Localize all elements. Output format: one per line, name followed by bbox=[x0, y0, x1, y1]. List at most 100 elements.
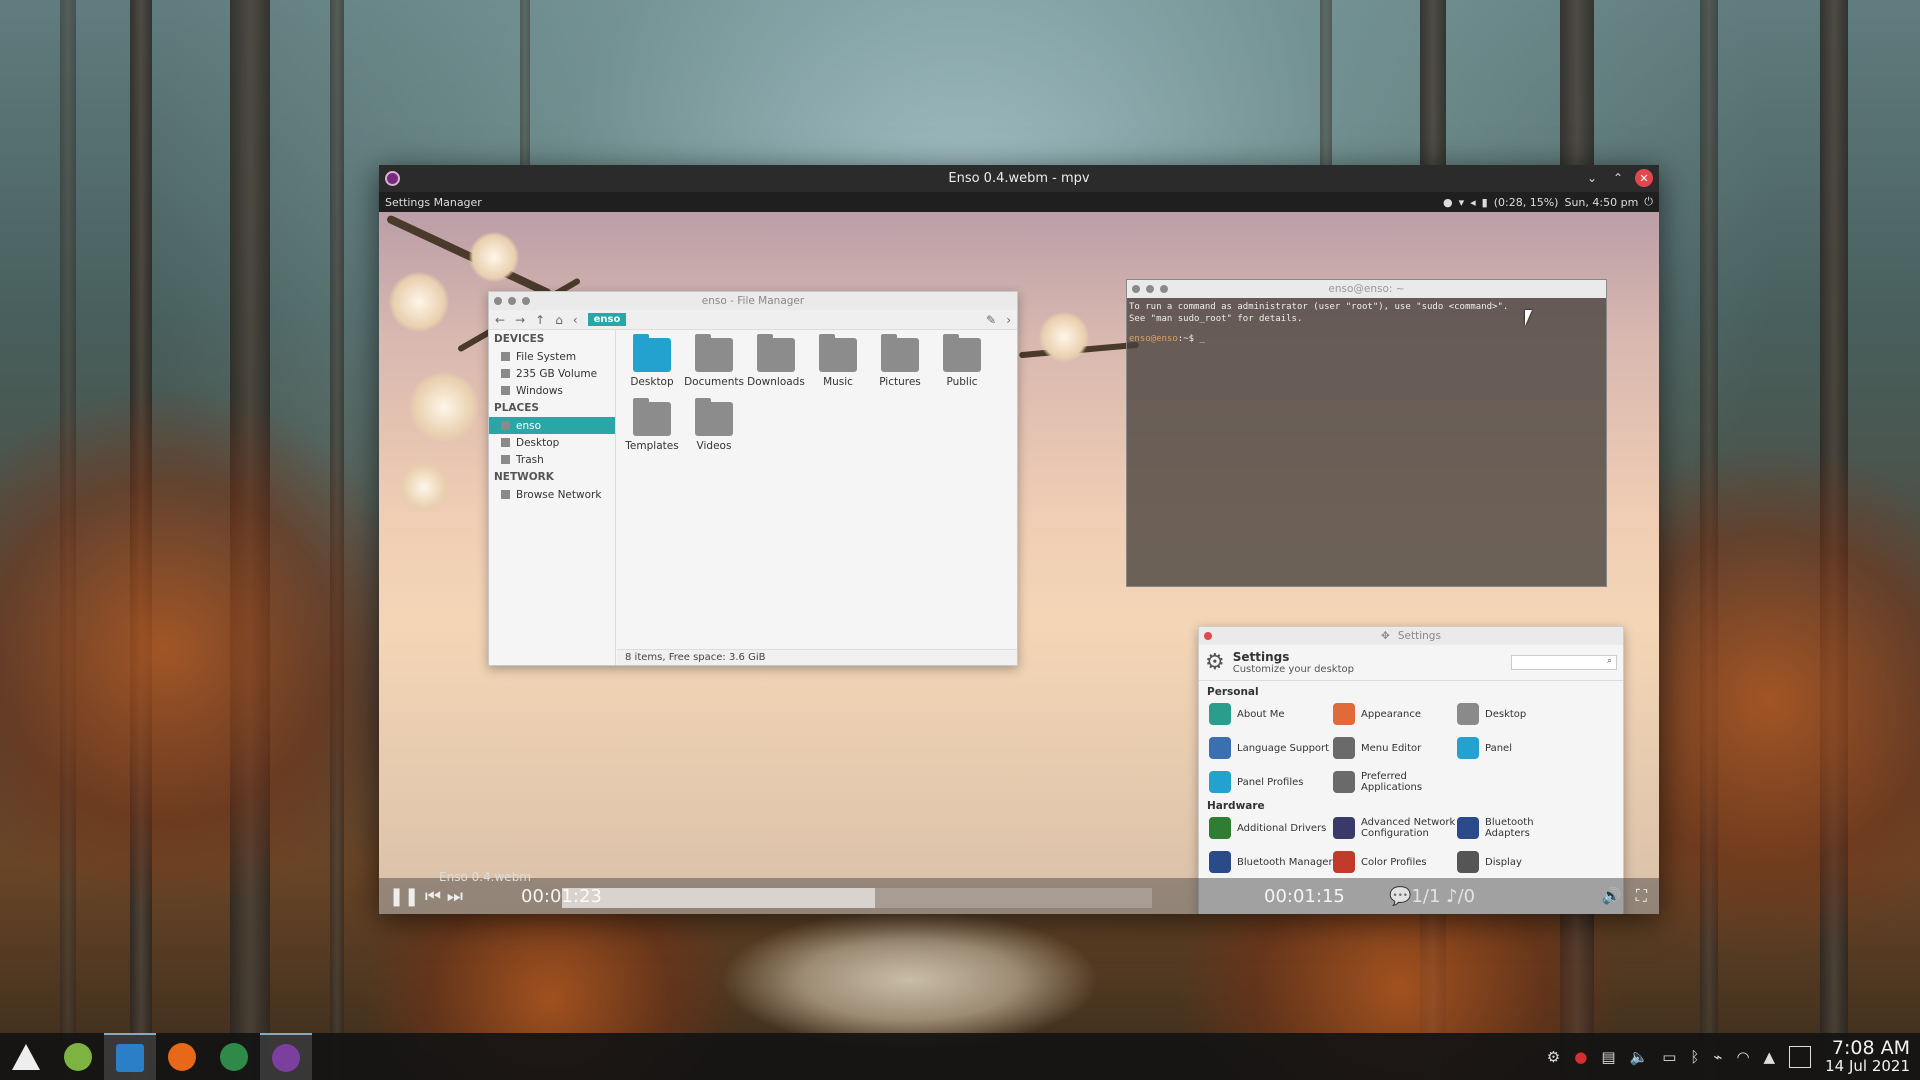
taskbar-app[interactable] bbox=[260, 1033, 312, 1080]
taskbar-clock[interactable]: 7:08 AM 14 Jul 2021 bbox=[1825, 1038, 1910, 1075]
file-manager-grid: Desktop Documents Downloads Music Pictures Pu… bbox=[617, 330, 1017, 649]
usb-icon[interactable]: ⌁ bbox=[1713, 1048, 1722, 1066]
folder-icon bbox=[695, 398, 733, 436]
mpv-titlebar[interactable]: Enso 0.4.webm - mpv ⌄ ⌃ ✕ bbox=[379, 165, 1659, 192]
close-dot[interactable] bbox=[1204, 632, 1212, 640]
settings-item[interactable]: Bluetooth Adapters bbox=[1457, 815, 1581, 841]
minimize-icon[interactable]: ⌄ bbox=[1583, 169, 1601, 187]
mpv-window[interactable]: Enso 0.4.webm - mpv ⌄ ⌃ ✕ Settings Manag… bbox=[379, 165, 1659, 914]
folder-icon bbox=[633, 398, 671, 436]
settings-header: ⚙ Settings Customize your desktop ⌕ bbox=[1199, 645, 1623, 681]
settings-category-heading: Personal bbox=[1207, 686, 1259, 698]
close-dot[interactable] bbox=[1132, 285, 1140, 293]
settings-item[interactable]: Preferred Applications bbox=[1333, 769, 1457, 795]
settings-item[interactable]: About Me bbox=[1209, 701, 1333, 727]
settings-item[interactable]: Menu Editor bbox=[1333, 735, 1457, 761]
maximize-dot[interactable] bbox=[522, 297, 530, 305]
settings-item[interactable]: Advanced Network Configuration bbox=[1333, 815, 1457, 841]
sidebar-item-label: Windows bbox=[516, 384, 563, 397]
volume-icon[interactable]: 🔈 bbox=[1630, 1048, 1649, 1066]
settings-item[interactable]: Display bbox=[1457, 849, 1581, 875]
settings-item-label: Color Profiles bbox=[1361, 856, 1427, 868]
folder-item[interactable]: Downloads bbox=[745, 334, 807, 402]
taskbar-app[interactable] bbox=[208, 1033, 260, 1080]
taskbar-app[interactable] bbox=[156, 1033, 208, 1080]
settings-item[interactable]: Panel Profiles bbox=[1209, 769, 1333, 795]
mpv-osc[interactable]: Enso 0.4.webm ❚❚ ⏮ ⏭ 00:01:23 00:01:15 💬… bbox=[379, 870, 1659, 914]
sidebar-item[interactable]: File System bbox=[489, 348, 615, 365]
file-manager-titlebar[interactable]: enso - File Manager bbox=[489, 292, 1017, 310]
volume-icon[interactable]: 🔊 bbox=[1602, 886, 1622, 906]
folder-item[interactable]: Documents bbox=[683, 334, 745, 402]
breadcrumb-left-icon[interactable]: ‹ bbox=[573, 313, 578, 327]
terminal-body[interactable]: To run a command as administrator (user … bbox=[1127, 298, 1606, 348]
inner-panel-clock: Sun, 4:50 pm bbox=[1564, 195, 1639, 209]
settings-item-label: Menu Editor bbox=[1361, 742, 1422, 754]
settings-item[interactable]: Appearance bbox=[1333, 701, 1457, 727]
forward-icon[interactable]: → bbox=[515, 313, 525, 327]
settings-grid: Additional Drivers Advanced Network Confi… bbox=[1199, 815, 1623, 875]
back-icon[interactable]: ← bbox=[495, 313, 505, 327]
settings-item[interactable]: Bluetooth Manager bbox=[1209, 849, 1333, 875]
breadcrumb-right-icon[interactable]: › bbox=[1006, 313, 1011, 327]
folder-item[interactable]: Pictures bbox=[869, 334, 931, 402]
sidebar-item[interactable]: Trash bbox=[489, 451, 615, 468]
settings-item-label: Preferred Applications bbox=[1361, 771, 1423, 793]
up-icon[interactable]: ↑ bbox=[535, 313, 545, 327]
sidebar-item[interactable]: 235 GB Volume bbox=[489, 365, 615, 382]
settings-item[interactable]: Panel bbox=[1457, 735, 1581, 761]
terminal-titlebar[interactable]: enso@enso: ~ bbox=[1127, 280, 1606, 298]
color-icon bbox=[1333, 851, 1355, 873]
video-frame[interactable]: Settings Manager ● ▾ ◂ ▮ (0:28, 15%) Sun… bbox=[379, 192, 1659, 914]
file-manager-status: 8 items, Free space: 3.6 GiB bbox=[617, 649, 1017, 665]
taskbar-app[interactable] bbox=[0, 1033, 52, 1080]
sidebar-item[interactable]: Browse Network bbox=[489, 486, 615, 503]
settings-item[interactable]: Desktop bbox=[1457, 701, 1581, 727]
folder-item[interactable]: Public bbox=[931, 334, 993, 402]
maximize-icon[interactable]: ⌃ bbox=[1609, 169, 1627, 187]
settings-item[interactable]: Additional Drivers bbox=[1209, 815, 1333, 841]
home-icon[interactable]: ⌂ bbox=[555, 313, 563, 327]
sidebar-item[interactable]: Windows bbox=[489, 382, 615, 399]
place-icon bbox=[501, 369, 510, 378]
tray-expand-icon[interactable]: ▲ bbox=[1764, 1048, 1776, 1066]
settings-item-label: Desktop bbox=[1485, 708, 1527, 720]
close-icon[interactable]: ✕ bbox=[1635, 169, 1653, 187]
seek-bar[interactable] bbox=[562, 888, 1152, 908]
close-dot[interactable] bbox=[494, 297, 502, 305]
battery-icon[interactable]: ▭ bbox=[1662, 1048, 1676, 1066]
sidebar-item[interactable]: enso bbox=[489, 417, 615, 434]
fullscreen-icon[interactable]: ⛶ bbox=[1636, 886, 1647, 906]
minimize-dot[interactable] bbox=[508, 297, 516, 305]
settings-search-input[interactable]: ⌕ bbox=[1511, 655, 1617, 670]
terminal-line: See "man sudo_root" for details. bbox=[1129, 314, 1303, 324]
settings-window[interactable]: ✥ Settings ⚙ Settings Customize your des… bbox=[1198, 626, 1624, 914]
sidebar-item[interactable]: Desktop bbox=[489, 434, 615, 451]
settings-item[interactable]: Language Support bbox=[1209, 735, 1333, 761]
osc-remaining[interactable]: 00:01:15 bbox=[1264, 886, 1345, 907]
play-pause-icon[interactable]: ❚❚ ⏮ ⏭ bbox=[389, 886, 463, 907]
maximize-dot[interactable] bbox=[1160, 285, 1168, 293]
settings-titlebar[interactable]: ✥ Settings bbox=[1199, 627, 1623, 645]
breadcrumb-enso[interactable]: enso bbox=[587, 313, 627, 326]
folder-item[interactable]: Templates bbox=[621, 398, 683, 466]
minimize-dot[interactable] bbox=[1146, 285, 1154, 293]
taskbar-app[interactable] bbox=[52, 1033, 104, 1080]
wifi-icon[interactable]: ◠ bbox=[1736, 1048, 1749, 1066]
clipboard-icon[interactable]: ▤ bbox=[1601, 1048, 1615, 1066]
settings-item[interactable]: Color Profiles bbox=[1333, 849, 1457, 875]
terminal-window[interactable]: enso@enso: ~ To run a command as adminis… bbox=[1126, 279, 1607, 587]
search-icon: ⌕ bbox=[1606, 656, 1612, 666]
network-manager-icon[interactable]: ⚙ bbox=[1547, 1048, 1560, 1066]
taskbar-app[interactable] bbox=[104, 1033, 156, 1080]
place-icon bbox=[501, 352, 510, 361]
osc-tracks[interactable]: 💬1/1 ♪/0 bbox=[1389, 886, 1475, 907]
show-desktop-icon[interactable] bbox=[1789, 1045, 1812, 1068]
folder-item[interactable]: Music bbox=[807, 334, 869, 402]
folder-item[interactable]: Desktop bbox=[621, 334, 683, 402]
edit-path-icon[interactable]: ✎ bbox=[986, 313, 996, 327]
folder-item[interactable]: Videos bbox=[683, 398, 745, 466]
record-icon[interactable]: ● bbox=[1574, 1048, 1587, 1066]
bluetooth-icon[interactable]: ᛒ bbox=[1690, 1048, 1699, 1066]
file-manager-window[interactable]: enso - File Manager ← → ↑ ⌂ ‹ enso ✎ › D… bbox=[488, 291, 1018, 666]
